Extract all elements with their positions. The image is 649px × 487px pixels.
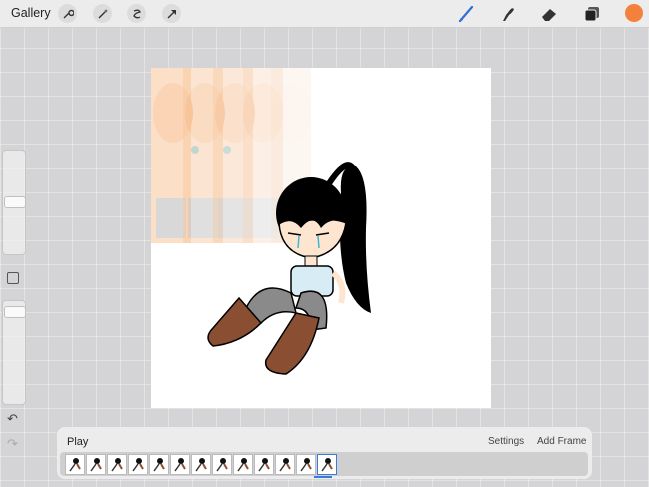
- canvas-artwork: [151, 68, 371, 375]
- frame-thumbnail[interactable]: [86, 454, 106, 475]
- smudge-icon[interactable]: [497, 4, 517, 24]
- opacity-thumb[interactable]: [4, 306, 26, 318]
- transform-arrow-icon[interactable]: [162, 4, 181, 23]
- color-picker-swatch[interactable]: [625, 4, 643, 22]
- opacity-slider[interactable]: [2, 300, 26, 405]
- settings-button[interactable]: Settings: [488, 436, 524, 447]
- gallery-button[interactable]: Gallery: [11, 6, 51, 20]
- animation-assist-panel: Play Settings Add Frame: [57, 427, 592, 479]
- top-toolbar: Gallery: [0, 0, 649, 28]
- redo-icon[interactable]: ↷: [7, 436, 18, 452]
- selection-icon[interactable]: [127, 4, 146, 23]
- frame-thumbnail[interactable]: [296, 454, 316, 475]
- frame-thumbnail[interactable]: [107, 454, 127, 475]
- frame-thumbnail[interactable]: [65, 454, 85, 475]
- frame-timeline[interactable]: [60, 452, 588, 476]
- brush-size-thumb[interactable]: [4, 196, 26, 208]
- frame-thumbnail[interactable]: [233, 454, 253, 475]
- eraser-icon[interactable]: [539, 4, 559, 24]
- frame-thumbnail-active[interactable]: [317, 454, 337, 475]
- frame-thumbnail[interactable]: [128, 454, 148, 475]
- wrench-icon[interactable]: [58, 4, 77, 23]
- frame-thumbnail[interactable]: [275, 454, 295, 475]
- active-frame-indicator: [314, 476, 332, 478]
- drawing-canvas[interactable]: [151, 68, 491, 408]
- frame-thumbnail[interactable]: [254, 454, 274, 475]
- undo-icon[interactable]: ↶: [7, 411, 18, 427]
- frame-thumbnail[interactable]: [191, 454, 211, 475]
- brush-size-slider[interactable]: [2, 150, 26, 255]
- magic-wand-icon[interactable]: [93, 4, 112, 23]
- play-button[interactable]: Play: [67, 436, 88, 448]
- frame-thumbnail[interactable]: [212, 454, 232, 475]
- add-frame-button[interactable]: Add Frame: [537, 436, 586, 447]
- brush-icon[interactable]: [456, 4, 476, 24]
- layers-icon[interactable]: [582, 4, 602, 24]
- frame-thumbnail[interactable]: [170, 454, 190, 475]
- eyedropper-modify-button[interactable]: [7, 272, 19, 284]
- frame-thumbnail[interactable]: [149, 454, 169, 475]
